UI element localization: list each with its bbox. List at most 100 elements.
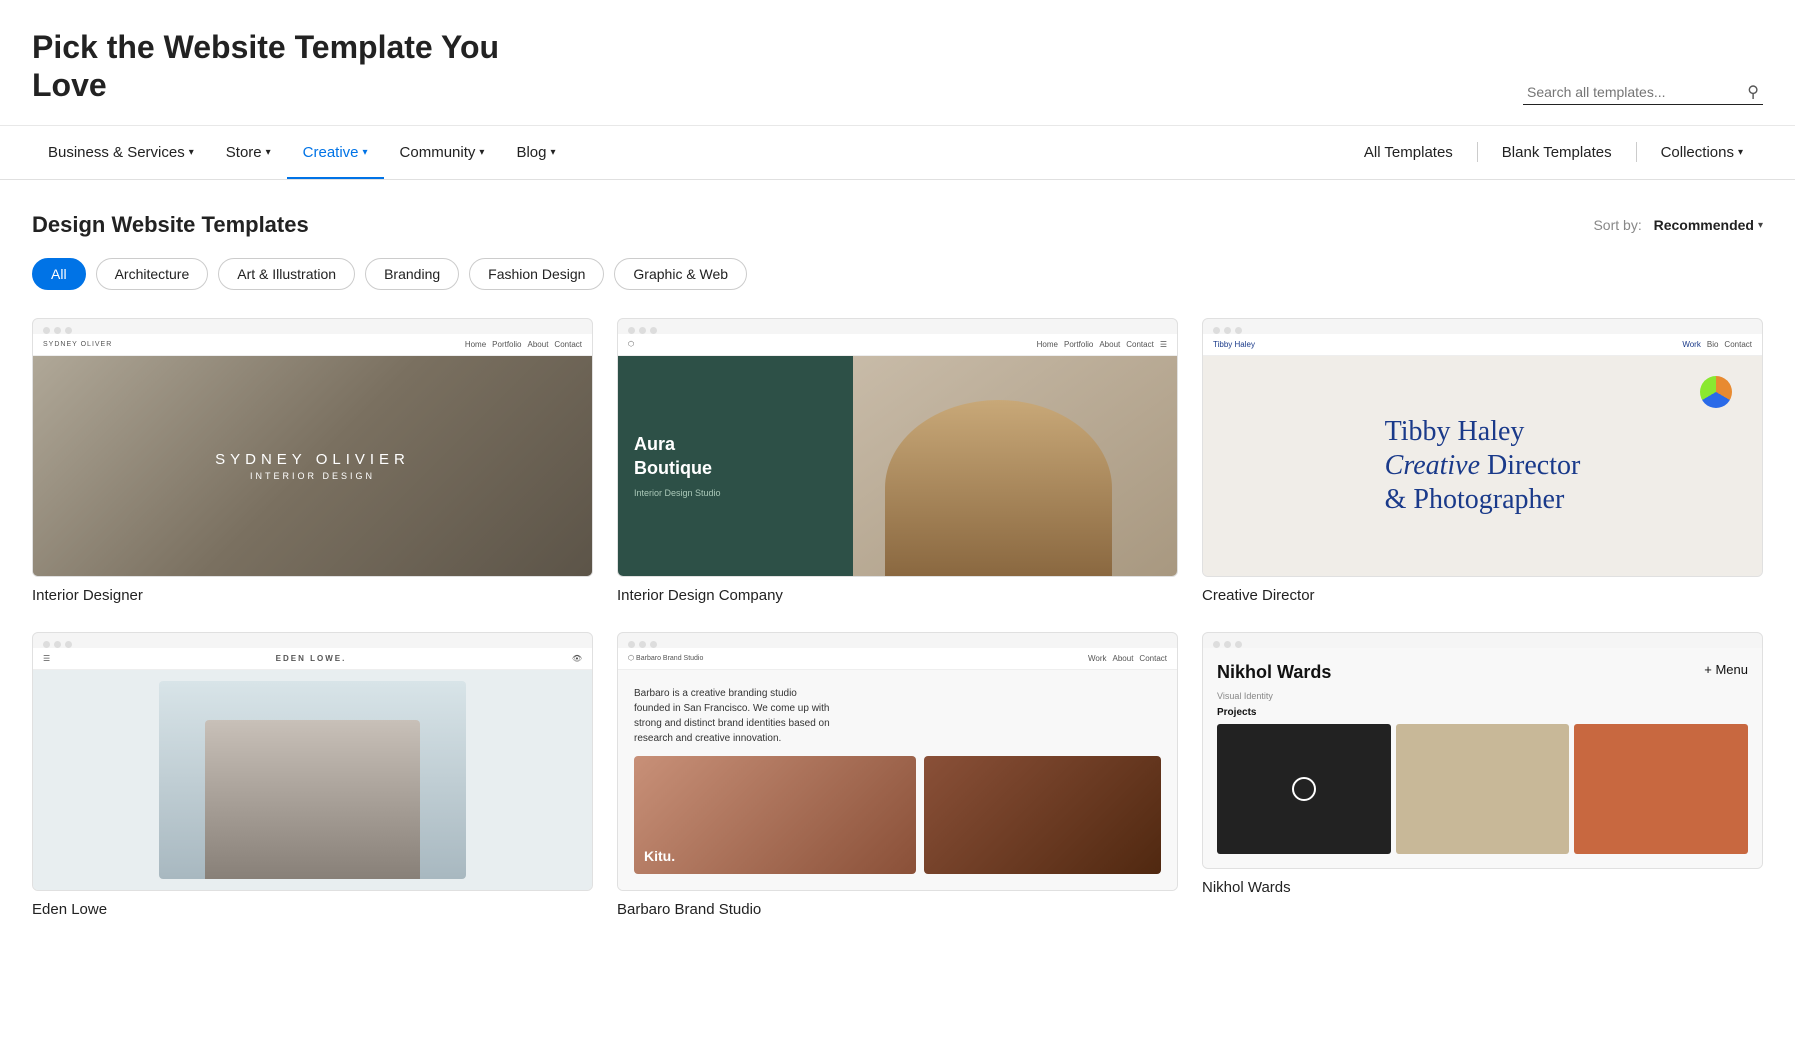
nav-label-store: Store	[226, 144, 262, 161]
nav-divider-2	[1636, 142, 1637, 162]
main-content: Design Website Templates Sort by: Recomm…	[0, 180, 1795, 958]
nav-item-community[interactable]: Community ▾	[384, 126, 501, 179]
thumb-content: Tibby HaleyCreative Director& Photograph…	[1203, 356, 1762, 576]
nav-item-blog[interactable]: Blog ▾	[500, 126, 571, 179]
window-dot	[54, 327, 61, 334]
sort-by-label: Sort by:	[1593, 217, 1641, 233]
template-name-barbaro: Barbaro Brand Studio	[617, 901, 1178, 918]
window-dot	[628, 327, 635, 334]
template-thumb-nikhol: Nikhol Wards + Menu Visual Identity Proj…	[1202, 632, 1763, 869]
template-card-nikhol-wards[interactable]: Nikhol Wards + Menu Visual Identity Proj…	[1202, 632, 1763, 918]
filter-all[interactable]: All	[32, 258, 86, 290]
decorative-orb	[1700, 376, 1732, 408]
chevron-down-icon: ▾	[1758, 220, 1763, 231]
page-header: Pick the Website Template You Love ⚲	[0, 0, 1795, 126]
template-name-interior-designer: Interior Designer	[32, 587, 593, 604]
filter-graphic-web[interactable]: Graphic & Web	[614, 258, 747, 290]
window-dot	[65, 641, 72, 648]
thumb-content: Nikhol Wards + Menu Visual Identity Proj…	[1203, 648, 1762, 868]
nav-label-community: Community	[400, 144, 476, 161]
window-dot	[639, 327, 646, 334]
template-name-interior-design-company: Interior Design Company	[617, 587, 1178, 604]
project-c	[1574, 724, 1748, 854]
window-dot	[1235, 641, 1242, 648]
template-card-creative-director[interactable]: Tibby Haley Work Bio Contact Tibby Haley…	[1202, 318, 1763, 604]
nav-right: All Templates Blank Templates Collection…	[1344, 126, 1763, 179]
nav-blank-templates[interactable]: Blank Templates	[1482, 126, 1632, 179]
section-title: Design Website Templates	[32, 212, 309, 238]
filter-architecture[interactable]: Architecture	[96, 258, 209, 290]
template-name-eden-lowe: Eden Lowe	[32, 901, 593, 918]
nav-all-templates[interactable]: All Templates	[1344, 126, 1473, 179]
template-card-interior-designer[interactable]: SYDNEY OLIVER Home Portfolio About Conta…	[32, 318, 593, 604]
thumb-nav-bar: Tibby Haley Work Bio Contact	[1203, 334, 1762, 356]
window-dot	[1224, 641, 1231, 648]
thumb-nav-bar: ⬡ Home Portfolio About Contact ☰	[618, 334, 1177, 356]
window-dot	[1213, 327, 1220, 334]
window-dot	[639, 641, 646, 648]
nav-item-store[interactable]: Store ▾	[210, 126, 287, 179]
barbaro-preview: Barbaro is a creative branding studiofou…	[618, 670, 1177, 890]
chevron-down-icon: ▾	[189, 147, 194, 158]
window-dot	[54, 641, 61, 648]
thumb-content: Barbaro is a creative branding studiofou…	[618, 670, 1177, 890]
thumb-content	[33, 670, 592, 890]
filter-art-illustration[interactable]: Art & Illustration	[218, 258, 355, 290]
nav-left: Business & Services ▾ Store ▾ Creative ▾…	[32, 126, 1344, 179]
nav-divider-1	[1477, 142, 1478, 162]
template-thumb-interior-designer: SYDNEY OLIVER Home Portfolio About Conta…	[32, 318, 593, 577]
window-dot	[43, 641, 50, 648]
creative-preview: Tibby HaleyCreative Director& Photograph…	[1203, 356, 1762, 576]
window-dot	[650, 327, 657, 334]
thumb-nav-bar: ☰ EDEN LOWE. 👁	[33, 648, 592, 670]
nav-label-creative: Creative	[303, 144, 359, 161]
thumb-content: AuraBoutique Interior Design Studio	[618, 356, 1177, 576]
window-dot	[1235, 327, 1242, 334]
filter-branding[interactable]: Branding	[365, 258, 459, 290]
template-thumb-barbaro: ⬡ Barbaro Brand Studio Work About Contac…	[617, 632, 1178, 891]
nav-label-blog: Blog	[516, 144, 546, 161]
chevron-down-icon: ▾	[479, 147, 484, 158]
sort-by-value: Recommended	[1654, 217, 1754, 233]
nikhol-preview: Nikhol Wards + Menu Visual Identity Proj…	[1203, 648, 1762, 868]
nav-item-creative[interactable]: Creative ▾	[287, 126, 384, 179]
nav-collections[interactable]: Collections ▾	[1641, 126, 1763, 179]
template-name-nikhol-wards: Nikhol Wards	[1202, 879, 1763, 896]
filter-fashion-design[interactable]: Fashion Design	[469, 258, 604, 290]
window-dot	[1213, 641, 1220, 648]
aura-preview: AuraBoutique Interior Design Studio	[618, 356, 1177, 576]
search-wrapper: ⚲	[1523, 80, 1763, 105]
barbaro-img-b	[924, 756, 1161, 874]
section-header: Design Website Templates Sort by: Recomm…	[32, 212, 1763, 238]
chevron-down-icon: ▾	[1738, 147, 1743, 158]
template-grid: SYDNEY OLIVER Home Portfolio About Conta…	[32, 318, 1763, 918]
window-dot	[1224, 327, 1231, 334]
window-dot	[43, 327, 50, 334]
template-name-creative-director: Creative Director	[1202, 587, 1763, 604]
chevron-down-icon: ▾	[550, 147, 555, 158]
nav-label-business: Business & Services	[48, 144, 185, 161]
window-dot	[65, 327, 72, 334]
filter-pills: All Architecture Art & Illustration Bran…	[32, 258, 1763, 290]
barbaro-img-a: Kitu.	[634, 756, 916, 874]
thumb-content: SYDNEY OLIVIER INTERIOR DESIGN	[33, 356, 592, 576]
template-thumb-eden: ☰ EDEN LOWE. 👁	[32, 632, 593, 891]
project-a	[1217, 724, 1391, 854]
template-card-eden-lowe[interactable]: ☰ EDEN LOWE. 👁 Eden Lowe	[32, 632, 593, 918]
template-thumb-creative: Tibby Haley Work Bio Contact Tibby Haley…	[1202, 318, 1763, 577]
interior-designer-preview: SYDNEY OLIVIER INTERIOR DESIGN	[33, 356, 592, 576]
window-dot	[628, 641, 635, 648]
search-input[interactable]	[1523, 80, 1763, 105]
project-b	[1396, 724, 1570, 854]
page-title: Pick the Website Template You Love	[32, 28, 512, 105]
thumb-nav-bar: ⬡ Barbaro Brand Studio Work About Contac…	[618, 648, 1177, 670]
thumb-nav-bar: SYDNEY OLIVER Home Portfolio About Conta…	[33, 334, 592, 356]
window-dot	[650, 641, 657, 648]
template-card-interior-design-company[interactable]: ⬡ Home Portfolio About Contact ☰ AuraBou…	[617, 318, 1178, 604]
sort-by-dropdown[interactable]: Sort by: Recommended ▾	[1593, 217, 1763, 233]
eden-preview	[33, 670, 592, 890]
chevron-down-icon: ▾	[363, 147, 368, 158]
nav-item-business[interactable]: Business & Services ▾	[32, 126, 210, 179]
chevron-down-icon: ▾	[266, 147, 271, 158]
template-card-barbaro[interactable]: ⬡ Barbaro Brand Studio Work About Contac…	[617, 632, 1178, 918]
